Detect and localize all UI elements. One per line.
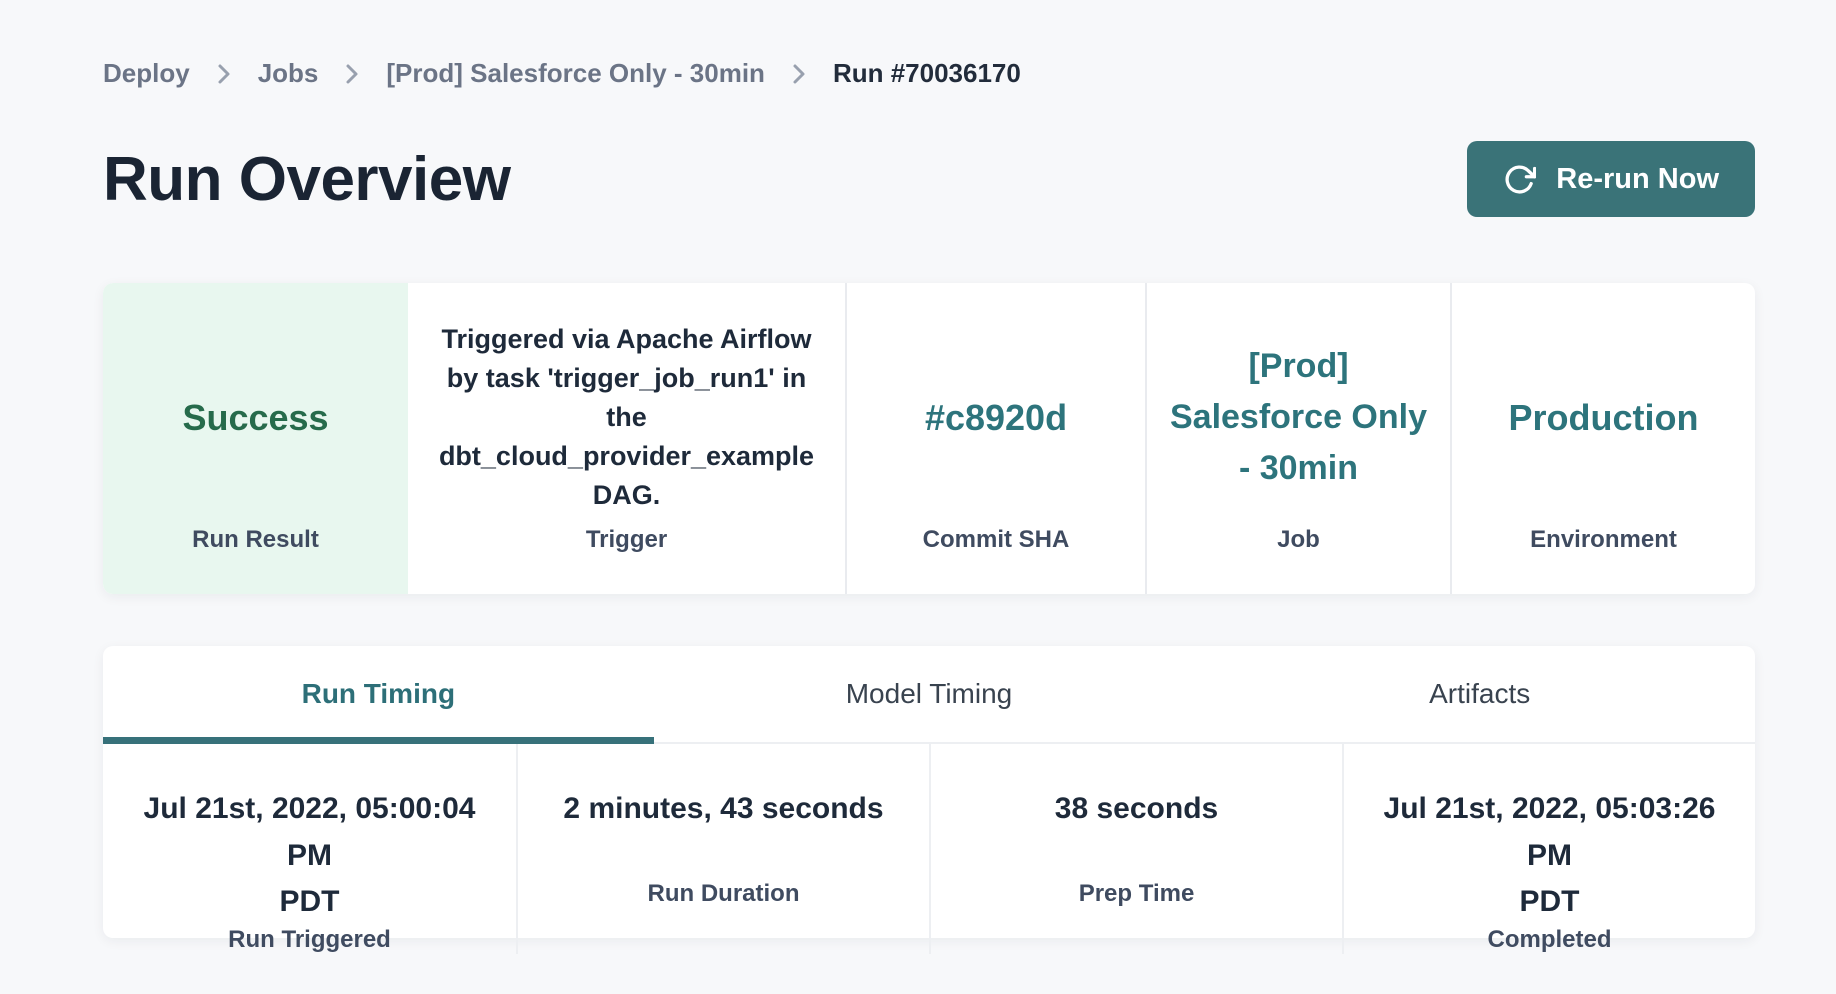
completed-cell: Jul 21st, 2022, 05:03:26 PM PDT Complete… [1342,744,1755,954]
run-result-label: Run Result [192,526,319,554]
page-title: Run Overview [103,144,510,215]
run-result-value: Success [182,397,328,439]
breadcrumb-run-number: Run #70036170 [833,58,1021,89]
chevron-right-icon [345,62,359,86]
breadcrumb: Deploy Jobs [Prod] Salesforce Only - 30m… [103,0,1755,89]
run-summary-card: Success Run Result Triggered via Apache … [103,283,1755,594]
trigger-label: Trigger [586,526,667,554]
run-timing-panel: Jul 21st, 2022, 05:00:04 PM PDT Run Trig… [103,744,1755,936]
timing-tabs: Run Timing Model Timing Artifacts [103,646,1755,744]
environment-label: Environment [1530,526,1677,554]
page-content: Deploy Jobs [Prod] Salesforce Only - 30m… [103,0,1755,938]
job-link[interactable]: [Prod] Salesforce Only - 30min [1169,341,1428,494]
run-triggered-value: Jul 21st, 2022, 05:00:04 PM PDT [119,786,500,926]
run-triggered-cell: Jul 21st, 2022, 05:00:04 PM PDT Run Trig… [103,744,516,954]
refresh-icon [1503,163,1536,196]
tab-model-timing[interactable]: Model Timing [654,646,1205,742]
environment-cell: Production Environment [1450,283,1755,594]
job-cell: [Prod] Salesforce Only - 30min Job [1145,283,1450,594]
page-header: Run Overview Re-run Now [103,139,1755,219]
breadcrumb-deploy[interactable]: Deploy [103,58,190,89]
run-duration-value: 2 minutes, 43 seconds [534,786,913,880]
rerun-now-button[interactable]: Re-run Now [1467,141,1755,217]
tab-run-timing[interactable]: Run Timing [103,646,654,742]
prep-time-cell: 38 seconds Prep Time [929,744,1342,954]
chevron-right-icon [217,62,231,86]
completed-label: Completed [1360,926,1739,954]
trigger-cell: Triggered via Apache Airflow by task 'tr… [408,283,845,594]
chevron-right-icon [792,62,806,86]
environment-link[interactable]: Production [1509,397,1699,439]
timing-card: Run Timing Model Timing Artifacts Jul 21… [103,646,1755,938]
commit-sha-link[interactable]: #c8920d [925,397,1067,439]
breadcrumb-jobs[interactable]: Jobs [258,58,319,89]
rerun-button-label: Re-run Now [1556,163,1719,196]
run-triggered-label: Run Triggered [119,926,500,954]
trigger-value: Triggered via Apache Airflow by task 'tr… [438,320,816,516]
run-duration-cell: 2 minutes, 43 seconds Run Duration [516,744,929,954]
job-label: Job [1277,526,1320,554]
prep-time-value: 38 seconds [947,786,1326,880]
tab-artifacts[interactable]: Artifacts [1204,646,1755,742]
commit-sha-label: Commit SHA [923,526,1070,554]
run-duration-label: Run Duration [534,880,913,908]
commit-sha-cell: #c8920d Commit SHA [845,283,1145,594]
breadcrumb-job-name[interactable]: [Prod] Salesforce Only - 30min [386,58,765,89]
completed-value: Jul 21st, 2022, 05:03:26 PM PDT [1360,786,1739,926]
run-result-cell: Success Run Result [103,283,408,594]
prep-time-label: Prep Time [947,880,1326,908]
